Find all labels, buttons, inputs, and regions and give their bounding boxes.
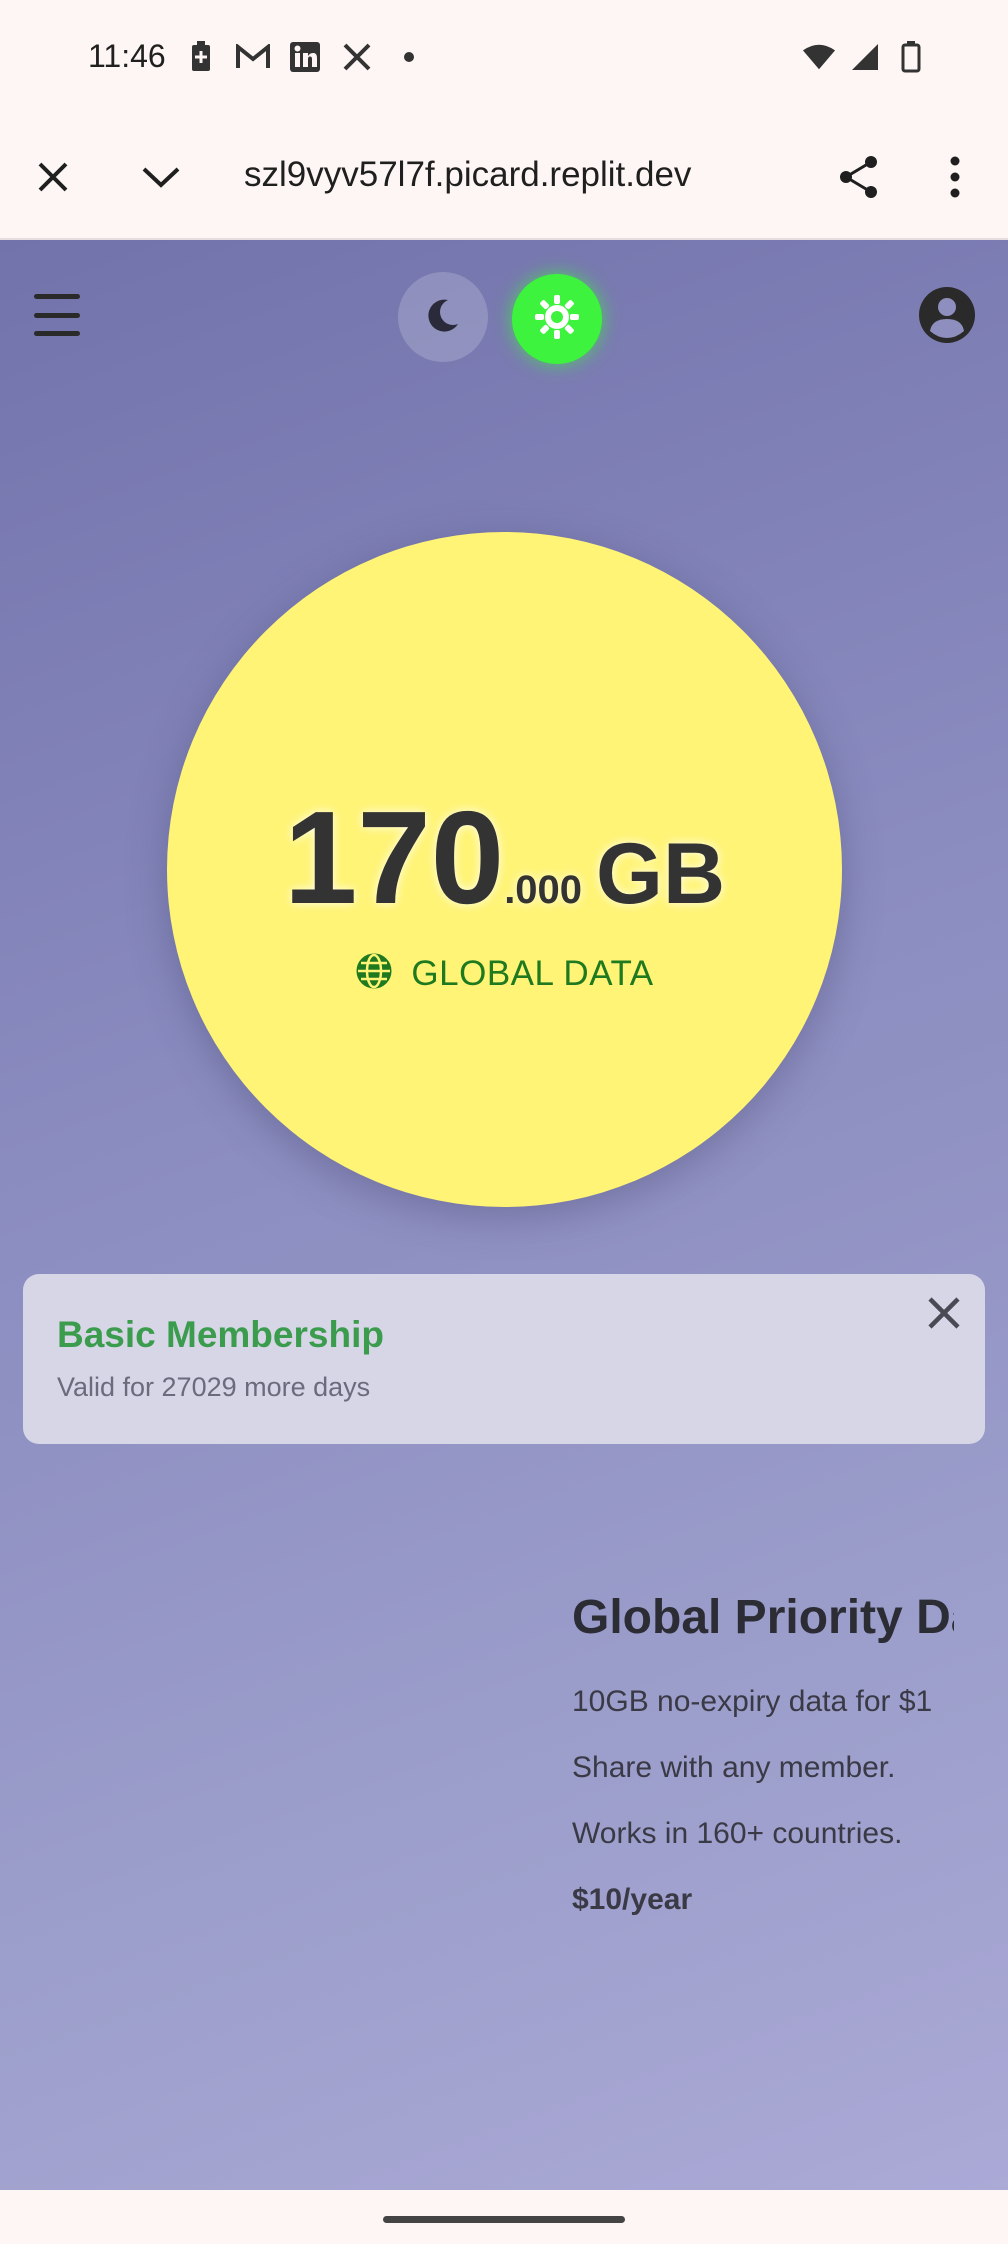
battery-icon [894,40,928,74]
hamburger-line [34,294,80,299]
battery-saver-icon [184,40,218,74]
offer-title: Global Priority Da [572,1591,954,1644]
data-label-text: GLOBAL DATA [411,953,654,993]
home-handle[interactable] [383,2216,625,2223]
membership-title: Basic Membership [57,1314,384,1355]
amount-unit: GB [596,826,726,922]
close-icon[interactable] [22,146,84,208]
browser-toolbar: szl9vyv57l7f.picard.replit.dev [0,115,1008,240]
gmail-icon [236,40,270,74]
offer-coverage: Works in 160+ countries. [572,1817,903,1850]
data-balance-circle: 170.000 GB GLOBAL DATA [167,532,842,1207]
data-type-label: GLOBAL DATA [167,952,842,995]
wifi-icon [802,40,836,74]
light-mode-button[interactable] [512,274,602,364]
dark-mode-button[interactable] [398,272,488,362]
signal-icon [848,40,882,74]
system-icons [802,40,928,74]
offer-sharing: Share with any member. [572,1751,896,1784]
hamburger-icon[interactable] [30,288,84,342]
hamburger-line [34,331,80,336]
app-content: 170.000 GB GLOBAL DATA Basic Membership V… [0,240,1008,2190]
data-amount: 170.000 GB [167,782,842,933]
more-vert-icon[interactable] [924,146,986,208]
share-icon[interactable] [828,146,890,208]
x-icon [340,40,374,74]
amount-integer: 170 [283,784,505,931]
dot-icon [392,40,426,74]
offer-price: $10/year [572,1883,693,1916]
offer-card[interactable]: Global Priority Da 10GB no-expiry data f… [572,1590,954,1917]
hamburger-line [34,312,80,318]
status-time: 11:46 [88,38,166,74]
moon-icon [424,296,462,339]
offer-description: 10GB no-expiry data for $1 [572,1685,933,1718]
amount-decimal: .000 [504,868,583,912]
url-bar[interactable]: szl9vyv57l7f.picard.replit.dev [244,155,714,199]
globe-icon [355,952,393,995]
chevron-down-icon[interactable] [130,146,192,208]
membership-card: Basic Membership Valid for 27029 more da… [23,1274,985,1444]
account-circle-icon[interactable] [918,286,976,344]
membership-validity: Valid for 27029 more days [57,1372,371,1402]
navigation-bar [0,2190,1008,2244]
linkedin-icon [288,40,322,74]
notification-icons [184,40,426,74]
status-bar: 11:46 [0,0,1008,115]
close-icon[interactable] [917,1286,971,1340]
sun-icon [534,294,580,345]
